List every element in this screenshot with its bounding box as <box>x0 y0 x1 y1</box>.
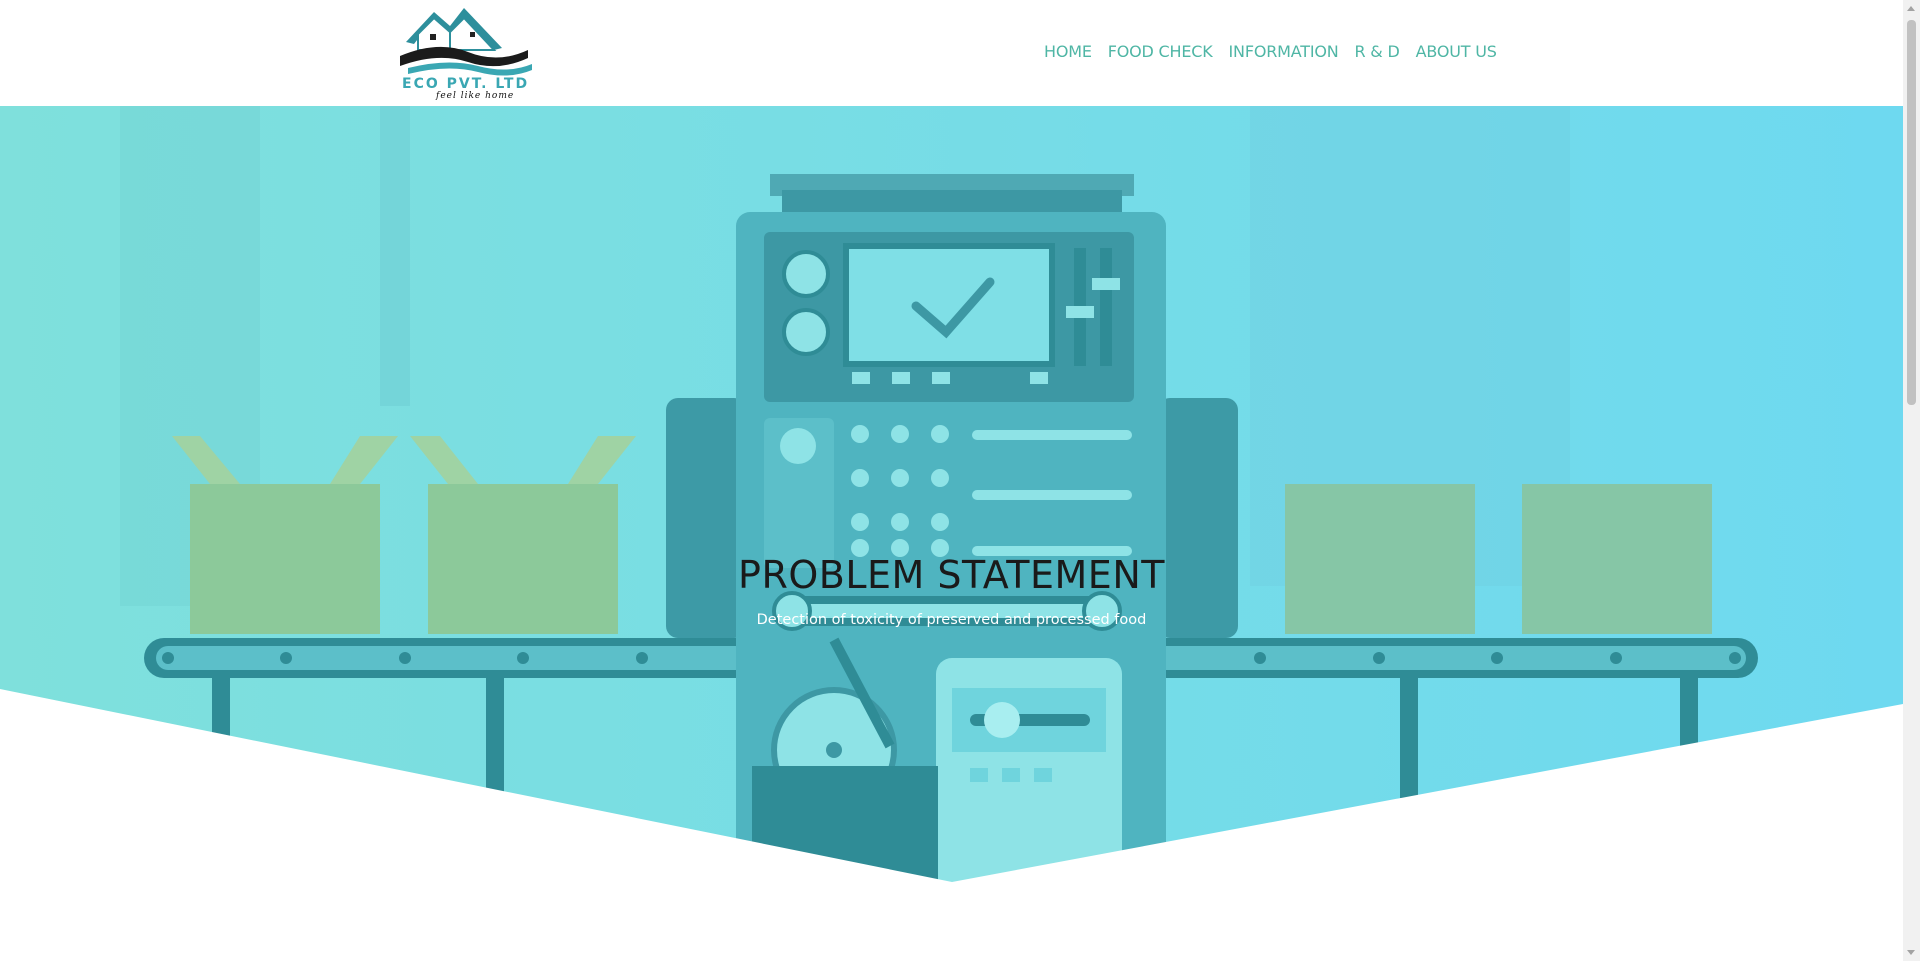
scroll-thumb[interactable] <box>1907 20 1916 405</box>
scroll-down-arrow-icon[interactable] <box>1907 950 1915 955</box>
logo-company-name: ECO PVT. LTD <box>402 76 530 92</box>
nav-item-r-and-d[interactable]: R & D <box>1355 42 1400 61</box>
page-scrollbar[interactable] <box>1903 0 1920 961</box>
main-nav: HOME FOOD CHECK INFORMATION R & D ABOUT … <box>1044 42 1513 61</box>
site-header: ECO PVT. LTD feel like home HOME FOOD CH… <box>0 0 1903 106</box>
nav-item-about-us[interactable]: ABOUT US <box>1416 42 1497 61</box>
nav-item-home[interactable]: HOME <box>1044 42 1092 61</box>
logo-tagline: feel like home <box>436 91 515 101</box>
nav-item-information[interactable]: INFORMATION <box>1229 42 1339 61</box>
hero-section: PROBLEM STATEMENT Detection of toxicity … <box>0 106 1903 882</box>
hero-subtitle: Detection of toxicity of preserved and p… <box>756 612 1147 628</box>
nav-item-food-check[interactable]: FOOD CHECK <box>1108 42 1213 61</box>
house-logo-icon <box>400 8 532 76</box>
scroll-up-arrow-icon[interactable] <box>1907 6 1915 11</box>
hero-illustration <box>0 106 1903 882</box>
hero-title: PROBLEM STATEMENT <box>738 553 1165 597</box>
